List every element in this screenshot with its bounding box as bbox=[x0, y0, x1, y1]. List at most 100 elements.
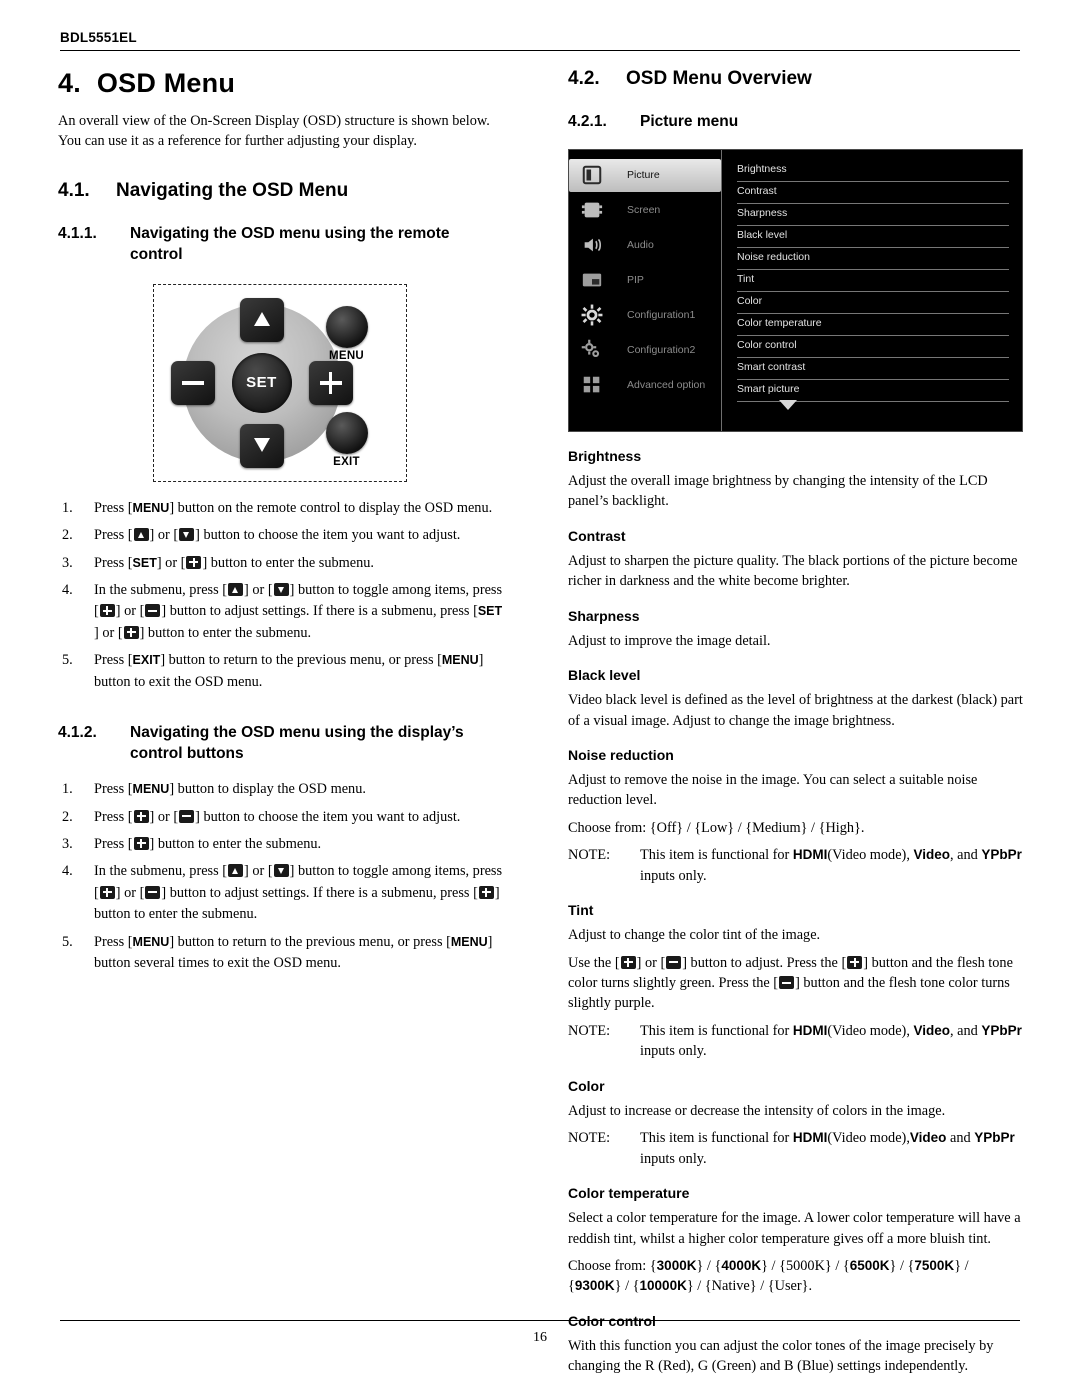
menu-item-title: Noise reduction bbox=[568, 746, 674, 763]
model-name: BDL5551EL bbox=[60, 30, 137, 45]
menu-item-description: Adjust to improve the image detail. bbox=[568, 632, 771, 649]
triangle-down-icon bbox=[273, 583, 289, 597]
osd-item-color-control[interactable]: Color control bbox=[737, 336, 1009, 358]
osd-item-tint[interactable]: Tint bbox=[737, 270, 1009, 292]
control-button-steps-list: 1. Press [MENU] button to display the OSD… bbox=[58, 779, 503, 975]
osd-category-configuration2[interactable]: Configuration2 bbox=[569, 334, 721, 367]
list-item: 5. Press [MENU] button to return to the p… bbox=[62, 933, 493, 972]
plus-icon bbox=[133, 836, 149, 850]
menu-item-description: Video black level is defined as the leve… bbox=[568, 692, 1023, 729]
menu-key-label: MENU bbox=[132, 782, 170, 797]
plus-icon bbox=[847, 955, 863, 969]
plus-icon bbox=[620, 955, 636, 969]
osd-category-label: Configuration2 bbox=[627, 343, 696, 356]
menu-item-title: Sharpness bbox=[568, 607, 640, 624]
manual-page: BDL5551EL 4. OSD Menu An overall view of … bbox=[0, 0, 1080, 1397]
menu-key-label: MENU bbox=[132, 500, 170, 515]
osd-item-color-temperature[interactable]: Color temperature bbox=[737, 314, 1009, 336]
step-number: 4. bbox=[62, 582, 73, 599]
menu-item-note: NOTE: This item is functional for HDMI(Vi… bbox=[568, 1130, 1015, 1167]
list-item: 3. Press [] button to enter the submenu. bbox=[58, 834, 503, 855]
osd-item-sharpness[interactable]: Sharpness bbox=[737, 204, 1009, 226]
section-4-1-1-heading: 4.1.1. Navigating the OSD menu using the … bbox=[58, 224, 503, 266]
menu-button-label: MENU bbox=[328, 349, 365, 362]
plus-icon bbox=[186, 555, 202, 569]
section-4-1-number: 4.1. bbox=[58, 179, 90, 201]
set-key-label: SET bbox=[132, 555, 157, 570]
step-number: 1. bbox=[62, 499, 73, 516]
osd-item-smart-contrast[interactable]: Smart contrast bbox=[737, 358, 1009, 380]
step-number: 5. bbox=[62, 652, 73, 669]
section-4-2-1-title: Picture menu bbox=[640, 113, 739, 130]
chapter-title: 4. OSD Menu bbox=[58, 68, 503, 99]
down-button bbox=[239, 423, 284, 468]
list-item: 3. Press [SET] or [] button to enter the … bbox=[58, 553, 503, 574]
osd-category-screen[interactable]: Screen bbox=[569, 194, 721, 227]
osd-category-advanced-option[interactable]: Advanced option bbox=[569, 369, 721, 402]
triangle-up-icon bbox=[253, 311, 270, 326]
screen-icon bbox=[581, 199, 603, 221]
configuration2-icon bbox=[581, 339, 603, 361]
osd-category-picture[interactable]: Picture bbox=[569, 158, 721, 192]
osd-item-black-level[interactable]: Black level bbox=[737, 226, 1009, 248]
minus-button bbox=[170, 360, 215, 405]
osd-item-color[interactable]: Color bbox=[737, 292, 1009, 314]
configuration1-icon bbox=[581, 304, 603, 326]
osd-item-brightness[interactable]: Brightness bbox=[737, 160, 1009, 182]
step-number: 3. bbox=[62, 554, 73, 571]
list-item: 4. In the submenu, press [] or [] button … bbox=[62, 582, 503, 641]
minus-icon bbox=[179, 809, 195, 823]
section-4-2-number: 4.2. bbox=[568, 68, 600, 89]
chapter-intro: An overall view of the On-Screen Display… bbox=[58, 113, 490, 150]
up-button bbox=[239, 297, 284, 342]
list-item: 2. Press [] or [] button to choose the it… bbox=[58, 525, 503, 546]
section-4-2-1-number: 4.2.1. bbox=[568, 113, 607, 130]
step-number: 4. bbox=[62, 863, 73, 880]
osd-category-pip[interactable]: PIP bbox=[569, 264, 721, 297]
section-4-2-title: OSD Menu Overview bbox=[626, 68, 812, 89]
menu-item-title: Color temperature bbox=[568, 1185, 690, 1202]
minus-icon bbox=[666, 955, 682, 969]
chapter-text: OSD Menu bbox=[96, 68, 236, 98]
menu-item-title: Brightness bbox=[568, 447, 642, 464]
picture-icon bbox=[581, 164, 603, 186]
triangle-down-icon bbox=[179, 528, 195, 542]
osd-category-audio[interactable]: Audio bbox=[569, 229, 721, 262]
audio-icon bbox=[581, 234, 603, 256]
section-4-1-2-heading: 4.1.2. Navigating the OSD menu using the … bbox=[58, 723, 503, 765]
osd-item-list: Brightness Contrast Sharpness Black level No… bbox=[723, 150, 1022, 431]
note-label: NOTE: bbox=[568, 1022, 611, 1039]
osd-item-smart-picture[interactable]: Smart picture bbox=[737, 380, 1009, 402]
note-label: NOTE: bbox=[568, 1130, 611, 1147]
menu-key-label: MENU bbox=[450, 934, 488, 949]
exit-button-label: EXIT bbox=[333, 455, 360, 468]
section-4-1-1-title: Navigating the OSD menu using the remote… bbox=[130, 224, 450, 263]
picture-menu-descriptions: Brightness Adjust the overall image brigh… bbox=[568, 448, 1023, 1377]
menu-key-label: MENU bbox=[441, 653, 479, 668]
menu-item-description: Adjust to sharpen the picture quality. T… bbox=[568, 552, 1018, 590]
advanced-option-icon bbox=[581, 374, 603, 396]
menu-button bbox=[325, 305, 368, 348]
triangle-up-icon bbox=[228, 583, 244, 597]
menu-item-title: Tint bbox=[568, 902, 594, 919]
osd-item-contrast[interactable]: Contrast bbox=[737, 182, 1009, 204]
osd-category-label: Configuration1 bbox=[627, 308, 696, 321]
menu-item-description: Adjust to change the color tint of the i… bbox=[568, 927, 821, 944]
osd-category-configuration1[interactable]: Configuration1 bbox=[569, 299, 721, 332]
triangle-up-icon bbox=[228, 864, 244, 878]
triangle-up-icon bbox=[133, 528, 149, 542]
plus-button bbox=[308, 360, 353, 405]
minus-icon bbox=[779, 976, 795, 990]
plus-icon bbox=[99, 885, 115, 899]
menu-item-note: NOTE: This item is functional for HDMI(Vi… bbox=[568, 1022, 1022, 1060]
step-number: 5. bbox=[62, 933, 73, 950]
osd-item-noise-reduction[interactable]: Noise reduction bbox=[737, 248, 1009, 270]
triangle-down-icon bbox=[273, 864, 289, 878]
remote-steps-list: 1. Press [MENU] button on the remote cont… bbox=[58, 498, 503, 694]
menu-item-description: Adjust to increase or decrease the inten… bbox=[568, 1102, 946, 1119]
menu-item-description: Choose from: {Off} / {Low} / {Medium} / … bbox=[568, 819, 865, 836]
right-column: 4.2. OSD Menu Overview 4.2.1. Picture menu… bbox=[568, 60, 1023, 1377]
menu-item-description: Adjust to remove the noise in the image.… bbox=[568, 771, 978, 809]
page-header: BDL5551EL bbox=[60, 30, 1020, 51]
section-4-2-1-heading: 4.2.1. Picture menu bbox=[568, 112, 1023, 133]
